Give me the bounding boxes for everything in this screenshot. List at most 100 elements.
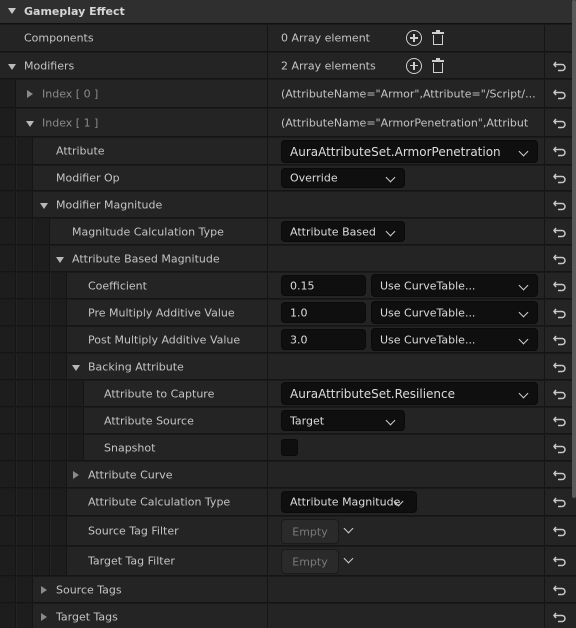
chevron-down-icon	[385, 415, 396, 425]
pre-multiply-label: Pre Multiply Additive Value	[88, 306, 235, 319]
indent-guide	[0, 138, 16, 164]
indent-guide	[0, 80, 16, 107]
modifier-op-dropdown[interactable]: Override	[281, 168, 405, 188]
index-1-value: (AttributeName="ArmorPenetration",Attrib…	[281, 116, 529, 129]
chevron-down-icon[interactable]	[343, 553, 354, 564]
reset-to-default-icon[interactable]	[553, 172, 567, 184]
expand-arrow-icon[interactable]	[72, 364, 80, 371]
source-tag-filter-value: Empty	[292, 525, 328, 538]
pre-multiply-curve-dropdown[interactable]: Use CurveTable...	[371, 301, 538, 324]
indent-guide	[68, 408, 84, 433]
indent-guide	[0, 354, 16, 379]
curve-table-label: Use CurveTable...	[380, 333, 476, 346]
attribute-row: Attribute AuraAttributeSet.ArmorPenetrat…	[0, 138, 576, 165]
chevron-down-icon[interactable]	[343, 523, 354, 534]
magnitude-calc-type-dropdown[interactable]: Attribute Based	[281, 221, 405, 242]
reset-to-default-icon[interactable]	[553, 415, 567, 427]
reset-to-default-icon[interactable]	[553, 469, 567, 481]
delete-all-icon[interactable]	[430, 30, 446, 46]
reset-to-default-icon[interactable]	[553, 555, 567, 567]
reset-to-default-icon[interactable]	[553, 60, 567, 72]
chevron-down-icon	[518, 307, 529, 317]
expand-arrow-icon[interactable]	[56, 256, 64, 263]
indent-guide	[0, 273, 16, 298]
snapshot-checkbox[interactable]	[281, 439, 298, 456]
indent-guide	[17, 246, 33, 271]
attribute-source-dropdown[interactable]: Target	[281, 410, 405, 431]
snapshot-row: Snapshot	[0, 435, 576, 461]
target-tags-row: Target Tags	[0, 604, 576, 628]
indent-guide	[0, 219, 16, 244]
reset-to-default-icon[interactable]	[553, 199, 567, 211]
attribute-value: AuraAttributeSet.ArmorPenetration	[290, 144, 501, 159]
indent-guide	[0, 435, 16, 460]
source-tag-filter-row: Source Tag Filter Empty	[0, 517, 576, 546]
post-multiply-row: Post Multiply Additive Value 3.0 Use Cur…	[0, 327, 576, 353]
attribute-calc-type-label: Attribute Calculation Type	[88, 495, 231, 509]
expand-arrow-icon[interactable]	[40, 202, 48, 209]
target-tag-filter-button[interactable]: Empty	[281, 549, 339, 574]
reset-to-default-icon[interactable]	[553, 496, 567, 508]
indent-guide	[51, 462, 67, 487]
collapse-arrow-icon[interactable]	[41, 612, 47, 621]
chevron-down-icon	[518, 280, 529, 290]
reset-to-default-icon[interactable]	[553, 226, 567, 238]
reset-to-default-icon[interactable]	[553, 442, 567, 454]
attribute-to-capture-dropdown[interactable]: AuraAttributeSet.Resilience	[281, 382, 538, 405]
indent-guide	[17, 517, 33, 545]
reset-to-default-icon[interactable]	[553, 145, 567, 157]
vertical-scrollbar[interactable]	[572, 0, 576, 498]
indent-guide	[0, 300, 16, 325]
coefficient-label: Coefficient	[88, 279, 147, 292]
expand-arrow-icon[interactable]	[8, 8, 16, 14]
indent-guide	[0, 604, 16, 628]
indent-guide	[51, 547, 67, 575]
gameplay-effect-header[interactable]: Gameplay Effect	[0, 0, 576, 24]
index-0-label: Index [ 0 ]	[42, 87, 99, 100]
pre-multiply-input[interactable]: 1.0	[281, 302, 366, 323]
post-multiply-input[interactable]: 3.0	[281, 329, 366, 350]
attribute-calc-type-dropdown[interactable]: Attribute Magnitude	[281, 491, 417, 513]
reset-to-default-icon[interactable]	[553, 280, 567, 292]
source-tag-filter-button[interactable]: Empty	[281, 519, 339, 544]
add-element-icon[interactable]	[406, 30, 422, 46]
index-0-row: Index [ 0 ] (AttributeName="Armor",Attri…	[0, 80, 576, 108]
modifiers-count: 2 Array elements	[281, 59, 376, 72]
attribute-to-capture-value: AuraAttributeSet.Resilience	[290, 386, 456, 401]
reset-to-default-icon[interactable]	[553, 253, 567, 265]
attribute-label: Attribute	[56, 144, 105, 158]
attribute-calc-type-value: Attribute Magnitude	[290, 495, 401, 509]
indent-guide	[17, 273, 33, 298]
add-element-icon[interactable]	[406, 57, 422, 74]
reset-to-default-icon[interactable]	[553, 388, 567, 400]
expand-arrow-icon[interactable]	[26, 120, 34, 127]
indent-guide	[34, 327, 50, 352]
pre-multiply-value: 1.0	[290, 306, 308, 319]
source-tag-filter-label: Source Tag Filter	[88, 524, 179, 538]
reset-to-default-icon[interactable]	[553, 584, 567, 596]
attribute-based-magnitude-row: Attribute Based Magnitude	[0, 246, 576, 272]
coefficient-value: 0.15	[290, 279, 315, 292]
attribute-dropdown[interactable]: AuraAttributeSet.ArmorPenetration	[281, 140, 538, 163]
collapse-arrow-icon[interactable]	[73, 470, 79, 479]
indent-guide	[17, 489, 33, 515]
reset-to-default-icon[interactable]	[553, 117, 567, 129]
reset-to-default-icon[interactable]	[553, 611, 567, 623]
reset-to-default-icon[interactable]	[553, 88, 567, 100]
reset-to-default-icon[interactable]	[553, 307, 567, 319]
chevron-down-icon	[385, 172, 396, 183]
collapse-arrow-icon[interactable]	[27, 89, 33, 98]
expand-arrow-icon[interactable]	[8, 63, 16, 70]
indent-guide	[51, 489, 67, 515]
delete-all-icon[interactable]	[430, 57, 446, 74]
collapse-arrow-icon[interactable]	[41, 585, 47, 594]
reset-to-default-icon[interactable]	[553, 334, 567, 346]
post-multiply-curve-dropdown[interactable]: Use CurveTable...	[371, 328, 538, 351]
coefficient-curve-dropdown[interactable]: Use CurveTable...	[371, 274, 538, 297]
reset-to-default-icon[interactable]	[553, 361, 567, 373]
chevron-down-icon	[518, 388, 529, 398]
indent-guide	[0, 408, 16, 433]
coefficient-input[interactable]: 0.15	[281, 275, 366, 296]
modifier-op-label: Modifier Op	[56, 171, 120, 185]
reset-to-default-icon[interactable]	[553, 525, 567, 537]
